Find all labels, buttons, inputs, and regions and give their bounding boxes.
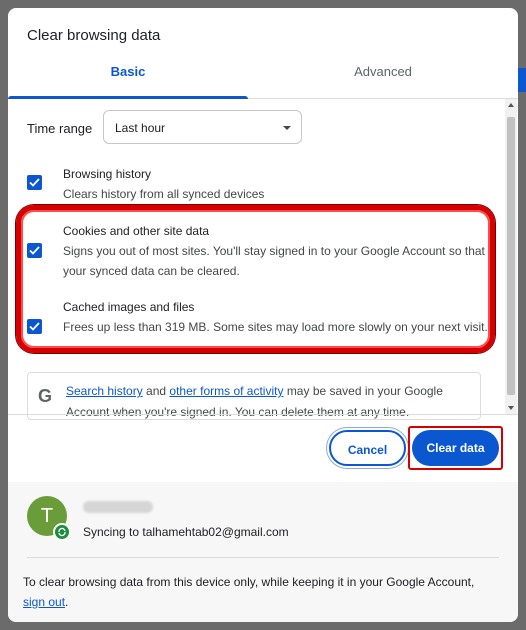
check-icon [29,178,40,187]
sign-out-note: To clear browsing data from this device … [23,572,493,612]
google-note-text: Search history and other forms of activi… [66,381,481,423]
time-range-label: Time range [27,121,93,136]
search-history-link[interactable]: Search history [66,384,143,398]
other-activity-link[interactable]: other forms of activity [169,384,283,398]
time-range-select[interactable]: Last hour [103,110,302,144]
browsing-history-checkbox[interactable] [27,175,42,190]
sign-out-note-text: To clear browsing data from this device … [23,575,475,589]
scrollbar[interactable] [505,99,517,414]
google-g-icon: G [38,386,53,406]
sign-out-link[interactable]: sign out [23,595,65,609]
tab-basic[interactable]: Basic [8,60,248,98]
option-title: Browsing history [63,167,152,181]
scroll-up-arrow-icon[interactable] [508,103,514,107]
google-activity-note: G Search history and other forms of acti… [27,372,481,420]
account-name-blurred [83,501,153,513]
divider [8,414,518,415]
annotation-highlight-box [408,426,503,470]
sync-status: Syncing to talhamehtab02@gmail.com [83,525,289,539]
sync-icon [53,523,71,541]
option-description: Clears history from all synced devices [63,187,265,201]
chevron-down-icon [283,126,291,130]
annotation-highlight-box [16,205,495,353]
tab-bar: Basic Advanced [8,60,518,99]
note-and: and [146,384,167,398]
scroll-down-arrow-icon[interactable] [508,406,514,410]
divider [27,557,499,558]
tab-advanced[interactable]: Advanced [263,60,503,98]
time-range-value: Last hour [115,121,166,135]
dialog-title: Clear browsing data [27,27,161,44]
account-section: T Syncing to talhamehtab02@gmail.com To … [8,482,518,622]
scroll-thumb[interactable] [507,117,515,395]
sign-out-note-end: . [65,595,69,609]
background-tab [518,68,526,92]
clear-browsing-data-dialog: Clear browsing data Basic Advanced Time … [8,8,518,622]
options-scroll-area: Time range Last hour Browsing history Cl… [8,99,518,420]
cancel-button[interactable]: Cancel [329,430,406,466]
